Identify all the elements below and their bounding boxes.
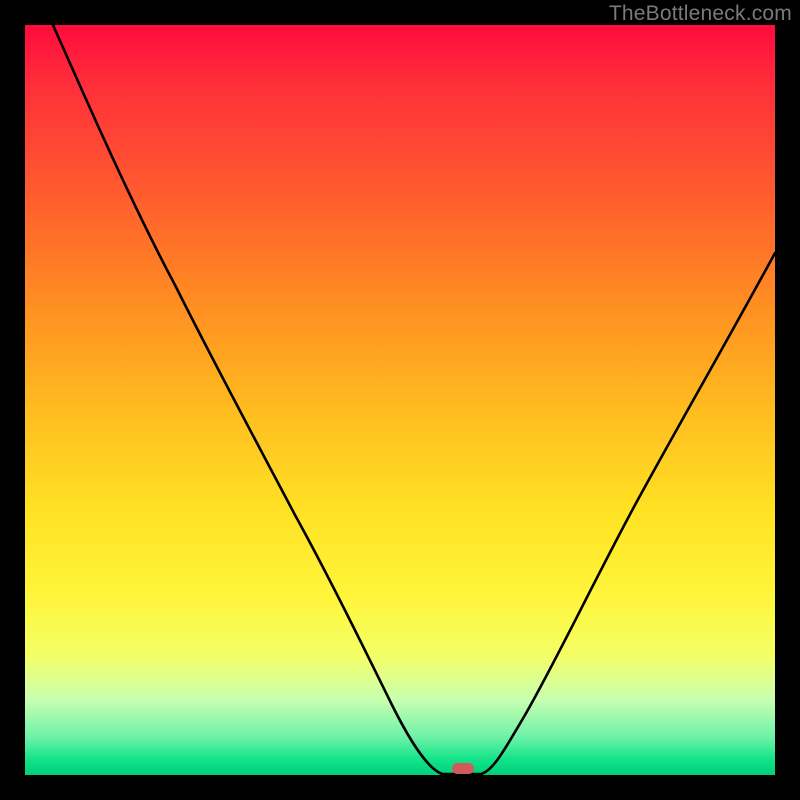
bottleneck-curve (53, 25, 775, 774)
chart-frame: TheBottleneck.com (0, 0, 800, 800)
bottleneck-marker (452, 763, 474, 774)
plot-area (25, 25, 775, 775)
curve-svg (25, 25, 775, 775)
watermark-text: TheBottleneck.com (609, 2, 792, 26)
